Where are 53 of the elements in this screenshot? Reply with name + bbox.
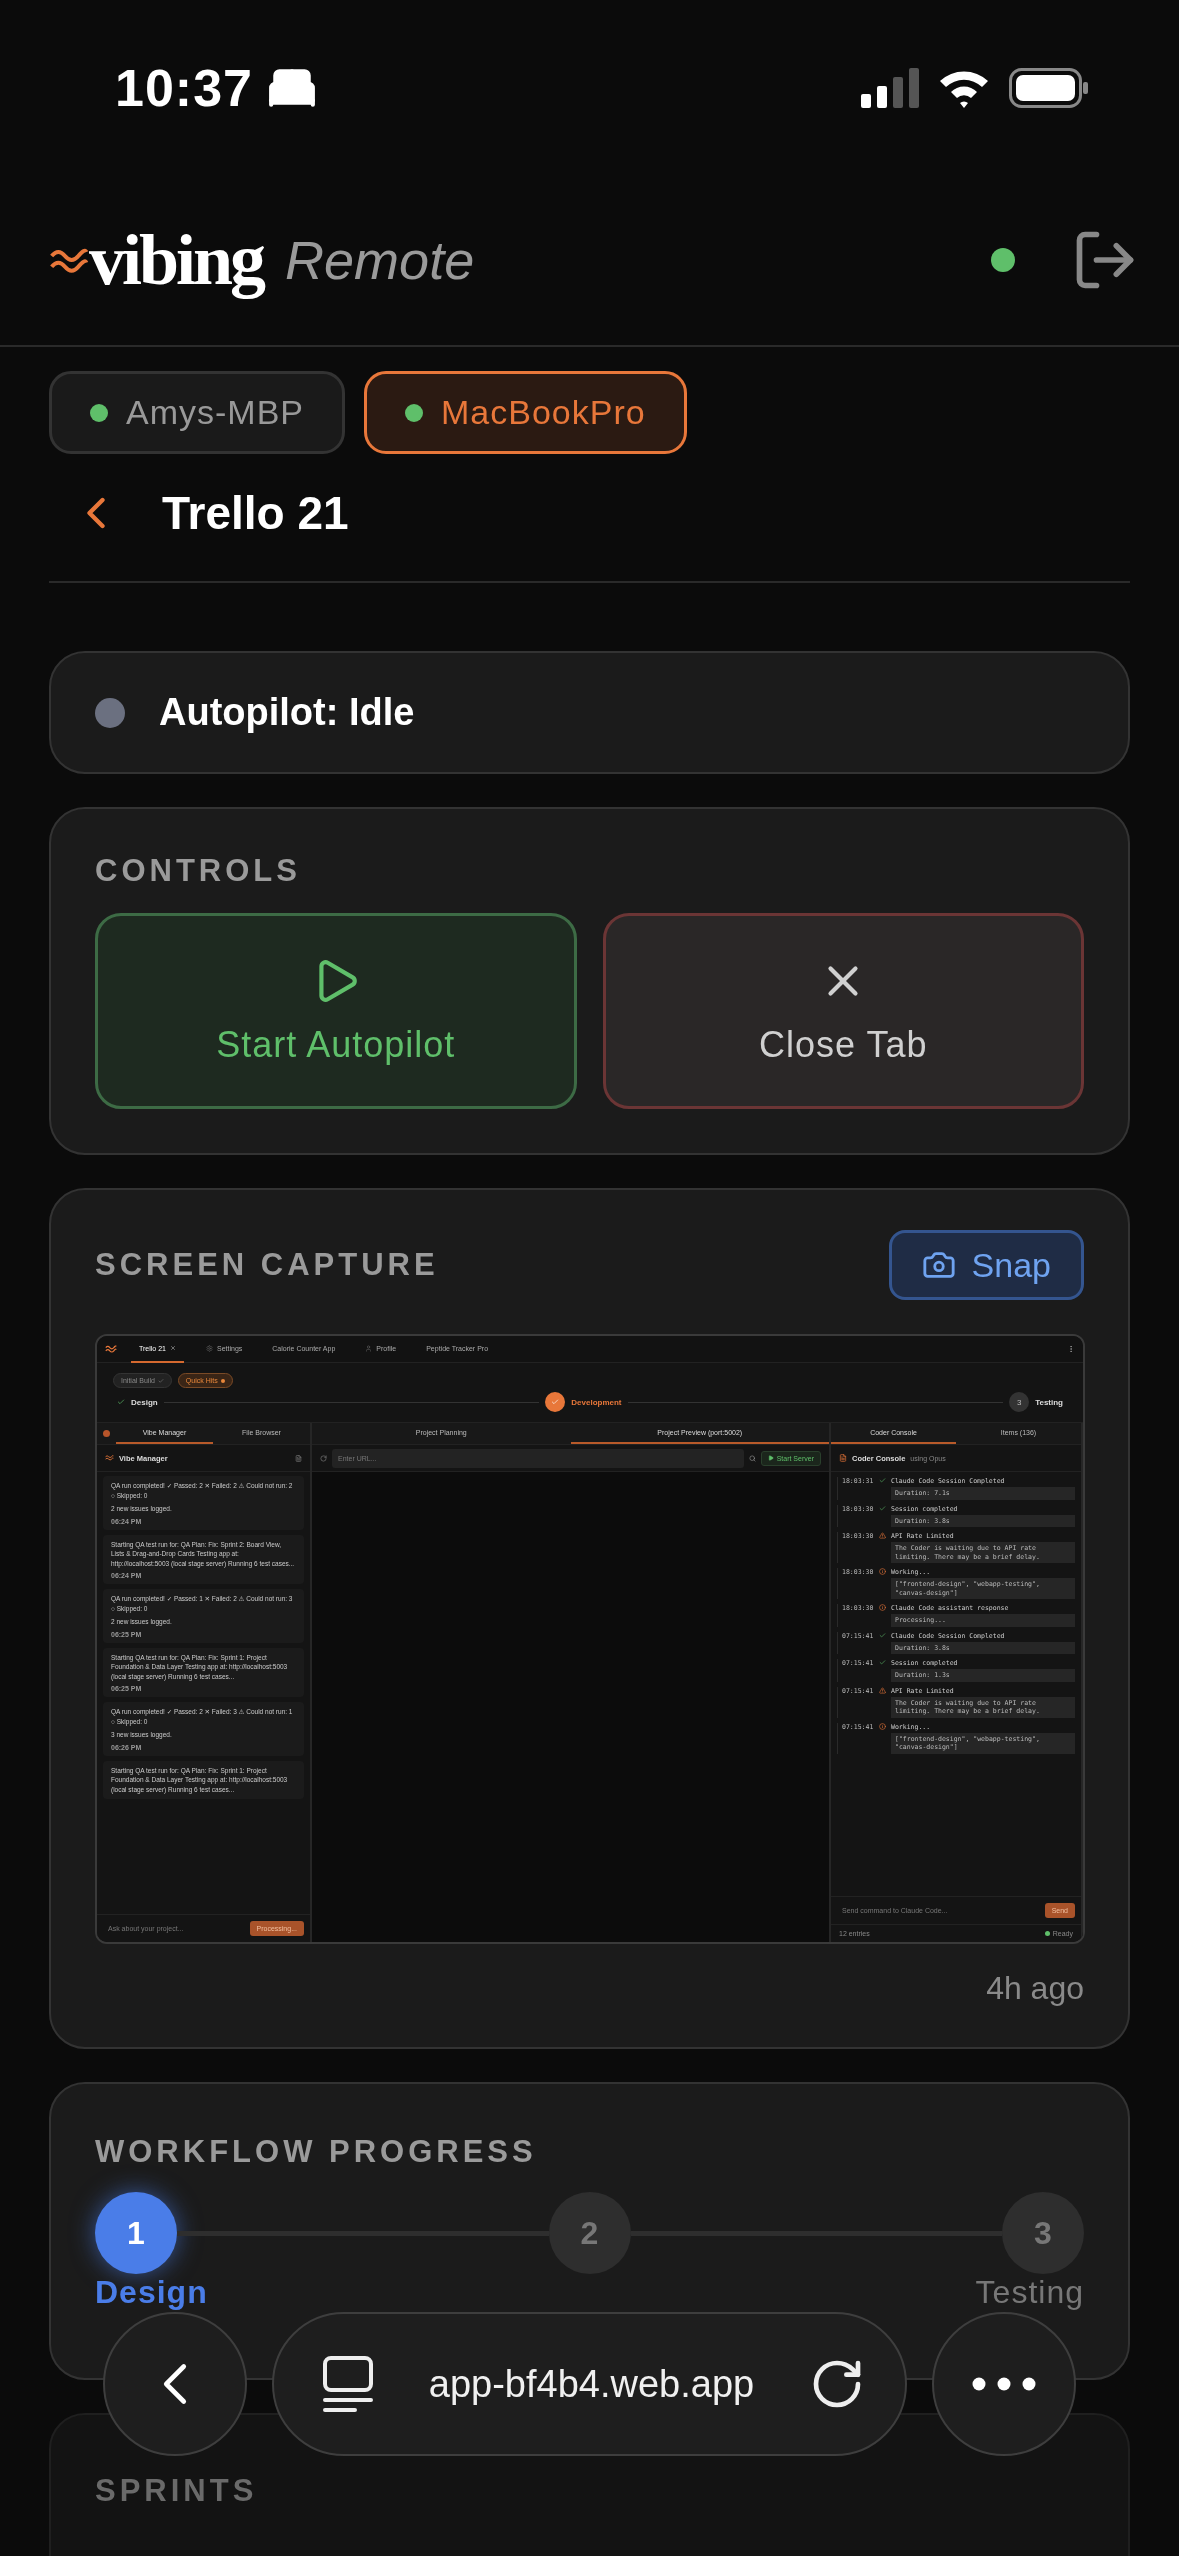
gear-icon <box>206 1344 213 1352</box>
status-time: 10:37 <box>115 57 253 118</box>
section-title: SPRINTS <box>95 2473 259 2509</box>
step-circle[interactable]: 1 <box>95 2192 177 2274</box>
step-label: Testing <box>975 2276 1084 2308</box>
stage-label: Testing <box>1035 1397 1063 1407</box>
document-icon[interactable] <box>295 1454 302 1462</box>
more-icon[interactable] <box>1067 1345 1075 1353</box>
close-tab-button[interactable]: Close Tab <box>602 913 1084 1109</box>
info-icon <box>879 1604 886 1611</box>
capture-age: 4h ago <box>986 1970 1084 2007</box>
record-icon <box>103 1430 110 1437</box>
machine-tab[interactable]: MacBookPro <box>364 371 687 454</box>
warning-icon <box>879 1686 886 1694</box>
warning-icon <box>879 1532 886 1539</box>
close-icon[interactable] <box>170 1345 176 1351</box>
logo-icon <box>105 1344 117 1354</box>
start-autopilot-button[interactable]: Start Autopilot <box>95 913 577 1109</box>
document-icon <box>839 1454 847 1462</box>
url-text: app-bf4b4.web.app <box>428 2362 755 2406</box>
info-icon <box>879 1722 886 1730</box>
project-title: Trello 21 <box>162 485 349 540</box>
address-bar[interactable]: app-bf4b4.web.app <box>272 2312 907 2456</box>
section-title: WORKFLOW PROGRESS <box>95 2134 538 2170</box>
logo-icon <box>105 1454 114 1462</box>
app-subtitle: Remote <box>285 229 475 291</box>
check-icon <box>879 1477 886 1484</box>
battery-icon <box>1009 67 1089 108</box>
check-icon <box>879 1504 886 1512</box>
snap-button[interactable]: Snap <box>888 1230 1084 1300</box>
dot-icon <box>220 1378 225 1383</box>
search-icon[interactable] <box>748 1454 756 1462</box>
more-icon <box>972 2377 1036 2391</box>
step-label: Design <box>95 2276 208 2308</box>
signal-icon <box>861 67 919 108</box>
status-dot <box>1044 1931 1050 1936</box>
check-icon <box>879 1631 886 1639</box>
stage-label: Design <box>131 1397 158 1407</box>
online-dot <box>90 403 108 422</box>
play-icon <box>767 1455 774 1461</box>
section-title: SCREEN CAPTURE <box>95 1247 439 1283</box>
app-logo: vibing <box>89 218 264 302</box>
autopilot-status: Autopilot: Idle <box>159 691 415 734</box>
online-dot <box>405 403 423 422</box>
stage-circle: 3 <box>1009 1392 1030 1412</box>
machine-tab[interactable]: Amys-MBP <box>49 371 345 454</box>
tabs-icon <box>322 2355 374 2413</box>
stage-label: Development <box>571 1397 622 1407</box>
check-icon <box>157 1377 164 1384</box>
person-icon <box>365 1344 373 1352</box>
check-icon <box>879 1659 886 1666</box>
section-title: CONTROLS <box>95 853 302 889</box>
info-icon <box>879 1568 886 1575</box>
